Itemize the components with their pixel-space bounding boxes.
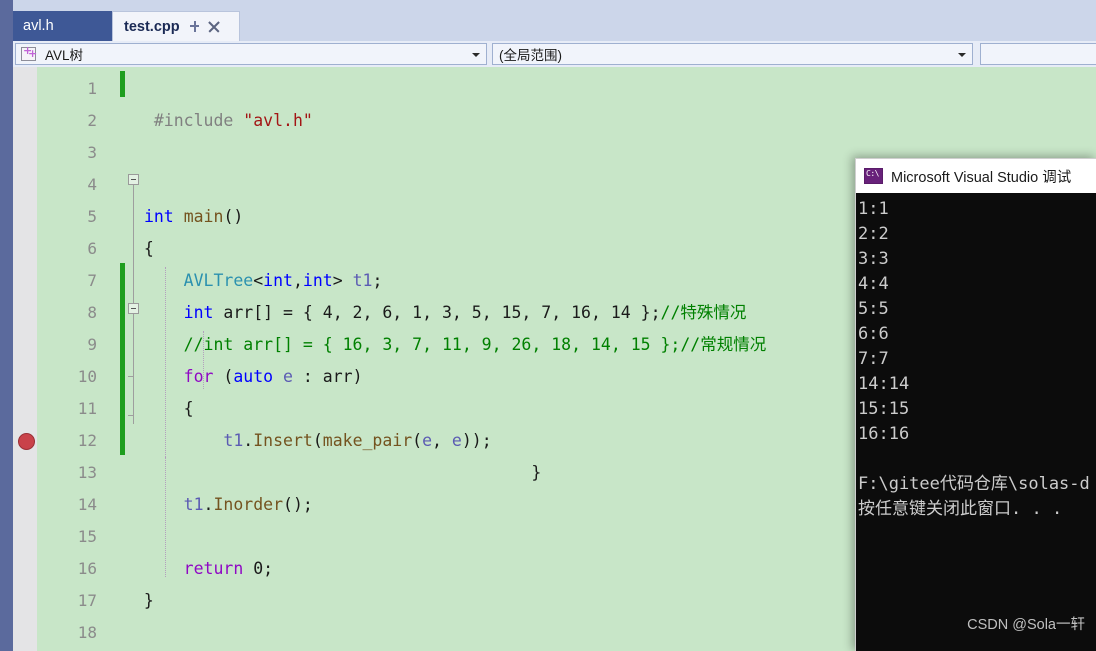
line-number: 9 [87, 335, 97, 354]
scope-dropdown[interactable]: AVL树 [15, 43, 487, 65]
line-number: 4 [87, 175, 97, 194]
member-dropdown-value: (全局范围) [499, 48, 562, 63]
line-number: 6 [87, 239, 97, 258]
chevron-down-icon [472, 53, 480, 57]
chevron-down-icon-2 [958, 53, 966, 57]
scope-dropdown-value: AVL树 [45, 48, 84, 63]
line-number: 3 [87, 143, 97, 162]
line-number: 16 [77, 559, 97, 578]
line-number: 11 [77, 399, 97, 418]
console-line: 5:5 [858, 299, 889, 319]
close-icon[interactable] [208, 20, 221, 33]
line-number: 2 [87, 111, 97, 130]
breakpoint-gutter[interactable] [13, 67, 37, 651]
editor-tab-strip: avl.h test.cpp [13, 0, 1096, 41]
line-code: t1.Inorder(); [183, 495, 313, 514]
line-code: t1.Insert(make_pair(e, e)); [223, 431, 492, 450]
console-line: 1:1 [858, 199, 889, 219]
line-number: 14 [77, 495, 97, 514]
line-code: { [134, 399, 194, 418]
line-code: for (auto e : arr) [183, 367, 363, 386]
pin-icon[interactable] [189, 20, 202, 33]
line-code: AVLTree<int,int> t1; [183, 271, 383, 290]
line-number: 17 [77, 591, 97, 610]
console-app-icon [864, 168, 883, 184]
console-line: 4:4 [858, 274, 889, 294]
line-number: 12 [77, 431, 97, 450]
tab-test-cpp[interactable]: test.cpp [112, 11, 240, 41]
left-activity-rail [0, 0, 13, 651]
console-line: 14:14 [858, 374, 910, 394]
console-title-text: Microsoft Visual Studio 调试 [891, 169, 1072, 186]
breakpoint-marker[interactable] [18, 433, 35, 450]
line-code: } [134, 591, 154, 610]
line-code: int main() [143, 207, 244, 226]
tab-avl-h-label: avl.h [23, 18, 54, 34]
line-number: 13 [77, 463, 97, 482]
watermark: CSDN @Sola一轩 [967, 617, 1085, 633]
console-output[interactable]: 1:1 2:2 3:3 4:4 5:5 6:6 7:7 14:14 15:15 16:16 F:\g… [856, 193, 1096, 651]
line-number: 1 [87, 79, 97, 98]
navigation-bar: AVL树 (全局范围) [13, 41, 1096, 67]
line-number: 8 [87, 303, 97, 322]
line-code: //int arr[] = { 16, 3, 7, 11, 9, 26, 18,… [183, 335, 767, 354]
member-dropdown[interactable]: (全局范围) [492, 43, 973, 65]
line-number: 5 [87, 207, 97, 226]
visual-studio-window: avl.h test.cpp AVL树 (全局范围) [0, 0, 1096, 651]
line-code: int arr[] = { 4, 2, 6, 1, 3, 5, 15, 7, 1… [183, 303, 747, 322]
tab-test-cpp-label: test.cpp [124, 18, 180, 35]
line-code: { [134, 239, 154, 258]
console-line: 3:3 [858, 249, 889, 269]
console-line: 6:6 [858, 324, 889, 344]
console-line: 2:2 [858, 224, 889, 244]
code-line[interactable]: 1 [37, 73, 1096, 105]
line-code: return 0; [183, 559, 274, 578]
line-code: #include "avl.h" [153, 111, 313, 130]
code-line[interactable]: 2 #include "avl.h" [37, 105, 1096, 137]
console-line: 按任意键关闭此窗口. . . [858, 499, 1063, 519]
cpp-class-icon [21, 44, 37, 61]
line-code: } [134, 463, 542, 482]
tab-avl-h[interactable]: avl.h [13, 11, 112, 41]
console-line: 15:15 [858, 399, 910, 419]
debug-console-window[interactable]: Microsoft Visual Studio 调试 1:1 2:2 3:3 4:4 5… [855, 158, 1096, 651]
console-line: 16:16 [858, 424, 910, 444]
extra-dropdown[interactable] [980, 43, 1096, 65]
line-number: 15 [77, 527, 97, 546]
console-line: F:\gitee代码仓库\solas-d [858, 474, 1090, 494]
line-number: 7 [87, 271, 97, 290]
console-title-bar[interactable]: Microsoft Visual Studio 调试 [856, 159, 1096, 193]
console-line: 7:7 [858, 349, 889, 369]
line-number: 10 [77, 367, 97, 386]
line-number: 18 [77, 623, 97, 642]
